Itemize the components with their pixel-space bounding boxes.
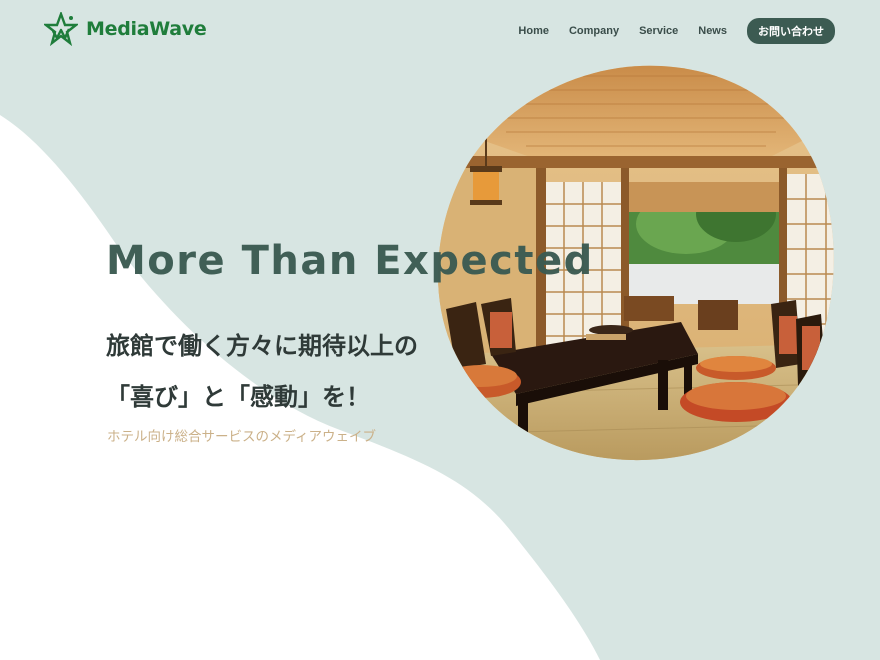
star-wave-logo-icon (44, 12, 78, 46)
brand-logo[interactable]: MediaWave (44, 12, 207, 46)
nav-home[interactable]: Home (518, 25, 549, 37)
contact-button[interactable]: お問い合わせ (747, 18, 835, 44)
nav-company[interactable]: Company (569, 25, 619, 37)
site-header: MediaWave Home Company Service News お問い合… (0, 0, 880, 62)
hero-tagline-line2: 「喜び」と「感動」を！ (106, 383, 370, 411)
main-nav: Home Company Service News お問い合わせ (518, 18, 835, 44)
nav-service[interactable]: Service (639, 25, 678, 37)
hero-subtitle: ホテル向け総合サービスのメディアウェイブ (107, 429, 377, 445)
nav-news[interactable]: News (698, 25, 727, 37)
hero-title: More Than Expected (106, 238, 594, 284)
brand-name: MediaWave (86, 18, 207, 40)
hero-tagline-line1: 旅館で働く方々に期待以上の (106, 332, 418, 360)
